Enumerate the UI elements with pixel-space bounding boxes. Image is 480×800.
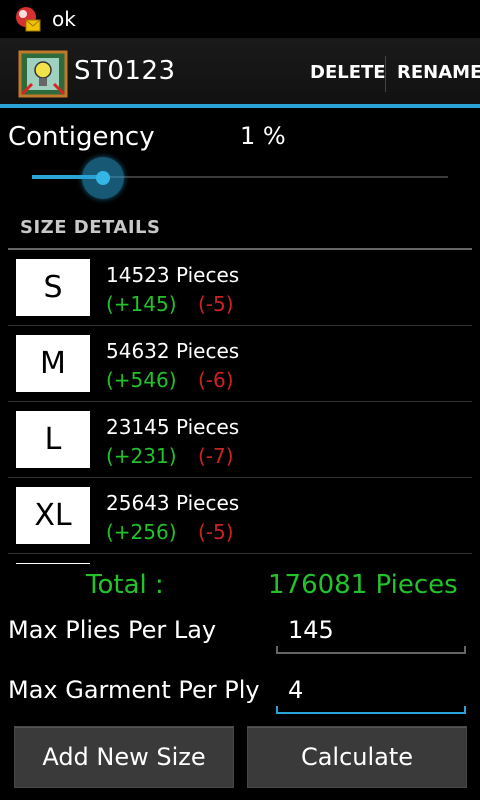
size-badge: S — [16, 259, 90, 316]
add-new-size-button[interactable]: Add New Size — [14, 726, 234, 788]
size-badge — [16, 563, 90, 564]
list-item-partial[interactable] — [8, 554, 472, 564]
size-pieces: 23145 Pieces — [106, 415, 240, 439]
size-badge: XL — [16, 487, 90, 544]
contingency-value: 1 % — [240, 122, 286, 150]
size-pieces: 14523 Pieces — [106, 263, 240, 287]
app-icon[interactable] — [18, 50, 68, 98]
size-badge: L — [16, 411, 90, 468]
max-plies-underline — [276, 646, 466, 654]
size-minus: (-7) — [198, 444, 234, 468]
delete-button[interactable]: DELETE — [310, 62, 386, 83]
list-item[interactable]: M 54632 Pieces (+546) (-6) — [8, 326, 472, 402]
list-item[interactable]: L 23145 Pieces (+231) (-7) — [8, 402, 472, 478]
max-plies-label: Max Plies Per Lay — [8, 616, 217, 644]
status-title: ok — [52, 7, 76, 31]
size-plus: (+256) — [106, 520, 177, 544]
size-badge: M — [16, 335, 90, 392]
size-list[interactable]: S 14523 Pieces (+145) (-5) M 54632 Piece… — [8, 250, 472, 564]
action-bar: ST0123 DELETE RENAME — [0, 38, 480, 108]
size-details-header: SIZE DETAILS — [20, 217, 161, 238]
contingency-slider-thumb[interactable] — [81, 157, 124, 199]
status-bar: ok — [0, 0, 480, 38]
max-garment-underline — [276, 706, 466, 714]
slider-thumb-dot — [95, 171, 110, 185]
size-pieces: 54632 Pieces — [106, 339, 240, 363]
rename-button[interactable]: RENAME — [397, 62, 480, 83]
action-divider — [385, 56, 386, 92]
size-minus: (-5) — [198, 520, 234, 544]
size-minus: (-6) — [198, 368, 234, 392]
notification-icon — [14, 5, 42, 33]
page-title: ST0123 — [74, 56, 176, 86]
calculate-button[interactable]: Calculate — [247, 726, 467, 788]
max-garment-label: Max Garment Per Ply — [8, 676, 260, 704]
action-bar-accent-line — [0, 104, 480, 108]
size-pieces: 25643 Pieces — [106, 491, 240, 515]
list-item[interactable]: XL 25643 Pieces (+256) (-5) — [8, 478, 472, 554]
max-garment-input[interactable] — [276, 670, 478, 710]
size-plus: (+546) — [106, 368, 177, 392]
size-plus: (+231) — [106, 444, 177, 468]
list-item[interactable]: S 14523 Pieces (+145) (-5) — [8, 250, 472, 326]
max-plies-input[interactable] — [276, 610, 478, 650]
total-value: 176081 Pieces — [268, 570, 458, 600]
size-minus: (-5) — [198, 292, 234, 316]
contingency-label: Contigency — [8, 122, 155, 152]
size-plus: (+145) — [106, 292, 177, 316]
total-label: Total : — [86, 570, 164, 600]
